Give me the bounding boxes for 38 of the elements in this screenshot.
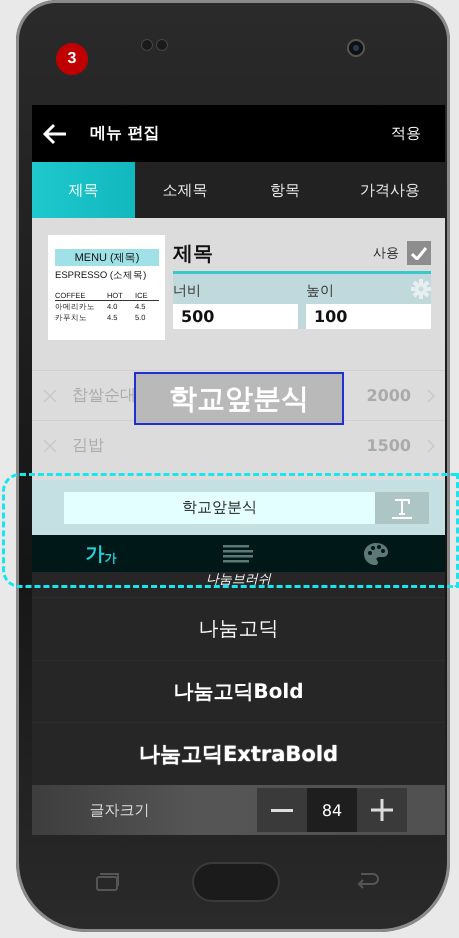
font-option[interactable]: 나눔고딕Bold [32,660,445,722]
recent-apps-icon[interactable] [95,872,121,892]
decrease-button[interactable] [257,788,307,832]
home-button[interactable] [192,862,280,902]
checkmark-icon [411,246,427,260]
preview-title: MENU (제목) [55,249,159,266]
width-label: 너비 [173,282,201,300]
preview-subtitle: ESPRESSO (소제목) [55,269,148,282]
text-align-icon[interactable] [223,544,254,562]
tab[interactable]: 가격사용 [335,162,445,218]
text-input-field[interactable]: 학교앞분식 [64,492,375,524]
minus-icon [271,808,293,812]
section-heading: 제목 [173,240,214,266]
height-label: 높이 [306,282,334,300]
apply-button[interactable]: 적용 [387,120,425,147]
text-style-button[interactable] [375,492,429,524]
palette-icon[interactable] [363,542,390,566]
screen-title: 메뉴 편집 [90,123,161,144]
font-option[interactable]: 나눔브러쉬 [32,572,445,597]
tab[interactable]: 항목 [235,162,335,218]
plus-icon [371,799,393,821]
font-option[interactable]: 나눔고딕 [32,596,445,660]
tab[interactable]: 소제목 [135,162,235,218]
font-tool-button[interactable]: 가가 [81,540,120,566]
use-checkbox[interactable] [407,241,431,265]
increase-button[interactable] [357,788,407,832]
font-size-label: 글자크기 [88,800,150,820]
use-label: 사용 [373,245,399,262]
back-icon[interactable] [355,870,381,890]
settings-icon[interactable] [411,279,431,299]
title-preview: 학교앞분식 [134,372,344,425]
height-input[interactable]: 100 [306,304,431,329]
width-input[interactable]: 500 [173,304,298,329]
camera-icon [346,38,366,58]
text-style-icon [391,496,413,518]
sensor-icon [140,38,170,52]
back-arrow-icon[interactable] [42,122,68,144]
font-size-value: 84 [307,788,357,832]
